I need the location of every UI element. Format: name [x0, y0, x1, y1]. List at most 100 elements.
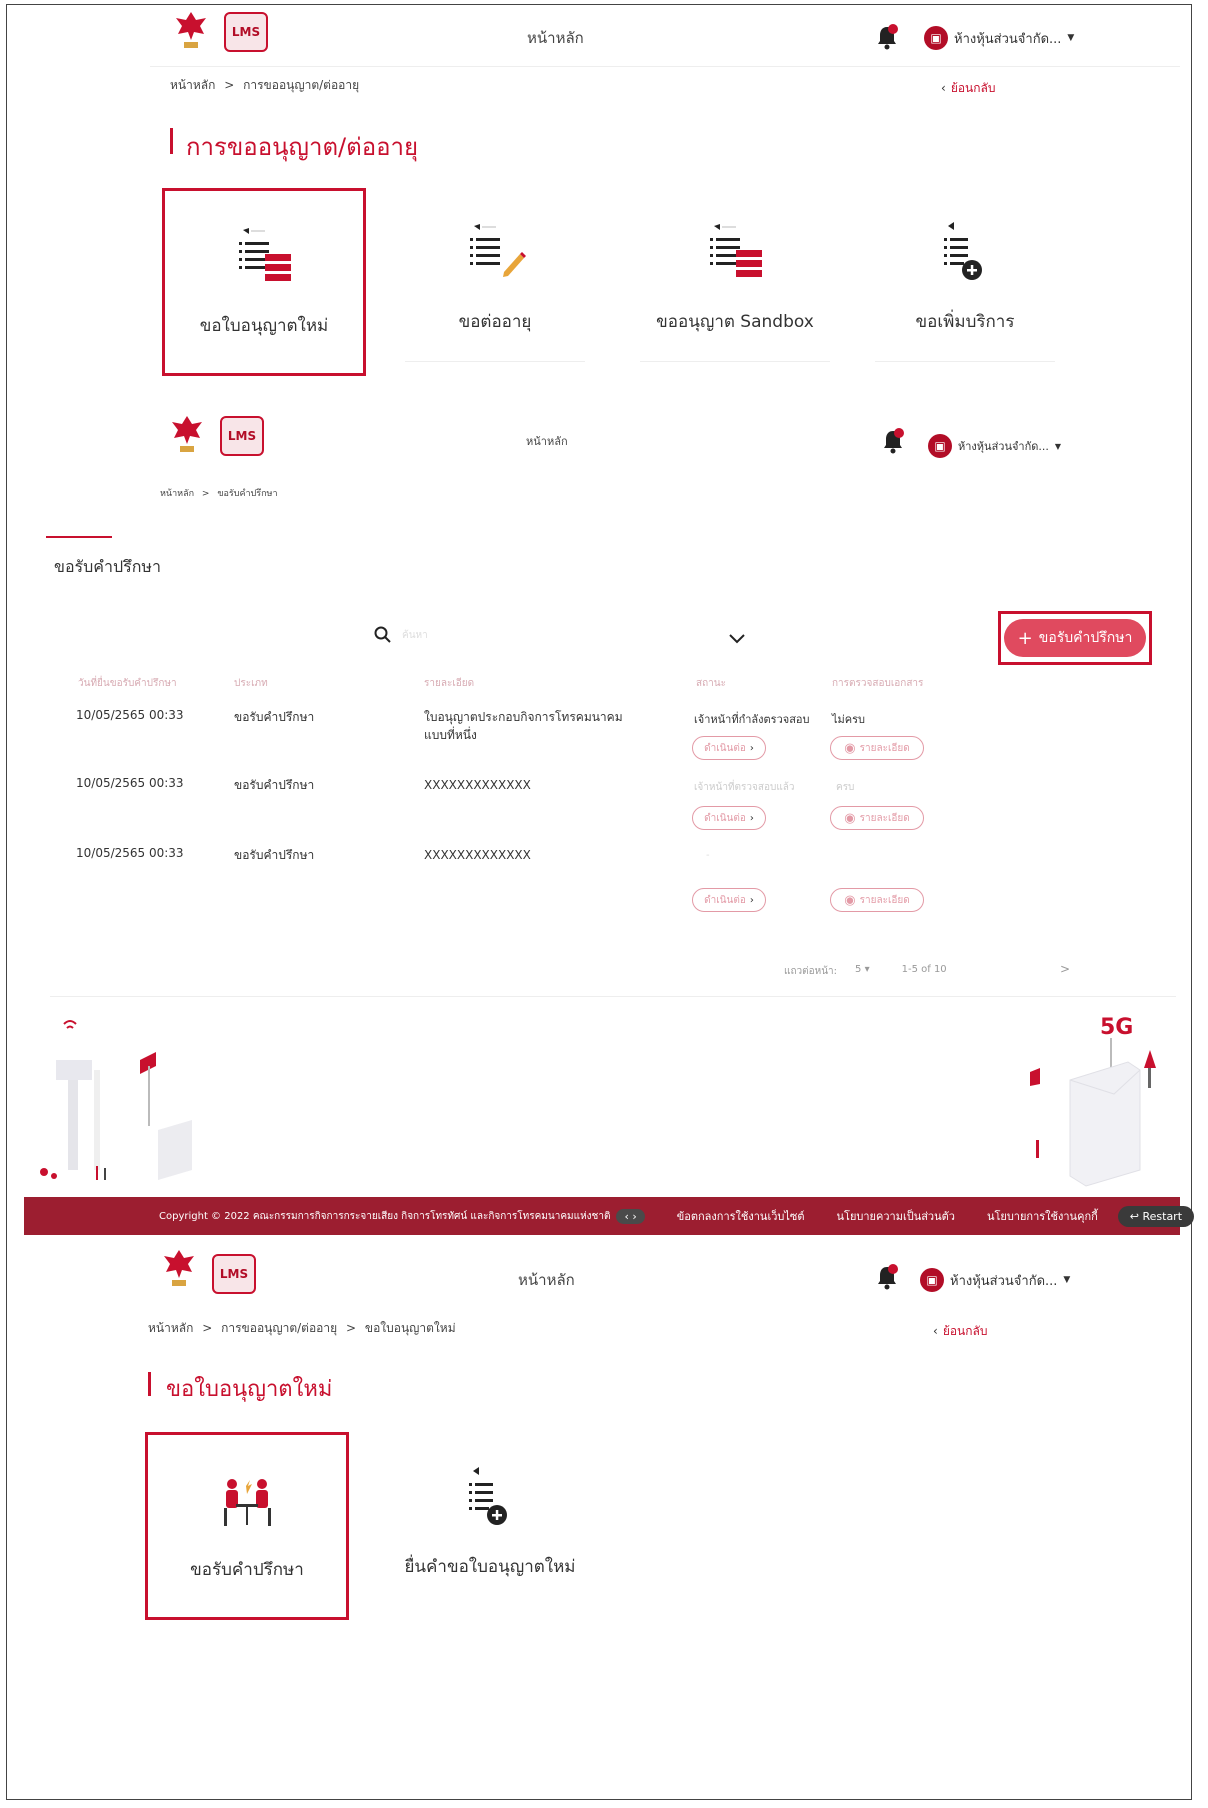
footer-link-terms[interactable]: ข้อตกลงการใช้งานเว็บไซต์ [677, 1207, 805, 1225]
breadcrumb-separator: > [202, 1321, 213, 1335]
card-label: ขอใบอนุญาตใหม่ [199, 315, 329, 336]
company-menu[interactable]: ▣ ห้างหุ้นส่วนจำกัด... ▼ [920, 1268, 1070, 1292]
new-consultation-highlight: + ขอรับคำปรึกษา [998, 611, 1152, 665]
notification-bell-icon[interactable] [876, 24, 898, 54]
title-accent-bar [170, 128, 173, 154]
breadcrumb-current: ขอใบอนุญาตใหม่ [364, 1321, 456, 1335]
cell-type: ขอรับคำปรึกษา [234, 710, 315, 724]
breadcrumb-home[interactable]: หน้าหลัก [160, 489, 194, 499]
plus-icon: + [1017, 627, 1033, 649]
cell-status: เจ้าหน้าที่กำลังตรวจสอบ [694, 713, 810, 726]
card-label: ขออนุญาต Sandbox [656, 312, 814, 332]
column-header-document-check: การตรวจสอบเอกสาร [832, 678, 924, 689]
cell-type: ขอรับคำปรึกษา [234, 848, 315, 862]
filter-dropdown[interactable] [728, 630, 746, 649]
view-details-button[interactable]: ◉ รายละเอียด [830, 806, 924, 830]
card-add-service[interactable]: ขอเพิ่มบริการ [875, 196, 1055, 362]
cell-date: 10/05/2565 00:33 [76, 708, 184, 722]
page-title: ขอใบอนุญาตใหม่ [166, 1377, 333, 1402]
card-sandbox[interactable]: ขออนุญาต Sandbox [640, 196, 830, 362]
breadcrumb: หน้าหลัก > การขออนุญาต/ต่ออายุ [170, 76, 359, 95]
header-home-link[interactable]: หน้าหลัก [527, 26, 584, 50]
search-icon [374, 626, 391, 643]
pagination: แถวต่อหน้า: 5 ▾ 1-5 of 10 [784, 964, 947, 979]
breadcrumb-home[interactable]: หน้าหลัก [148, 1321, 193, 1335]
cell-detail: XXXXXXXXXXXXX [424, 778, 531, 792]
cell-detail-line2: แบบที่หนึ่ง [424, 728, 477, 742]
header-home-link[interactable]: หน้าหลัก [518, 1268, 575, 1292]
company-name: ห้างหุ้นส่วนจำกัด... [950, 1273, 1058, 1289]
garuda-logo [174, 10, 208, 56]
notification-bell-icon[interactable] [876, 1264, 898, 1294]
footer-link-cookies[interactable]: นโยบายการใช้งานคุกกี้ [987, 1207, 1098, 1225]
restart-button[interactable]: ↩ Restart [1117, 1205, 1195, 1227]
list-form-icon [710, 224, 762, 277]
next-page-button[interactable]: > [1060, 962, 1070, 976]
card-label: ขอเพิ่มบริการ [915, 312, 1015, 332]
page-range: 1-5 of 10 [901, 964, 947, 975]
cell-date: 10/05/2565 00:33 [76, 846, 184, 860]
lms-logo: LMS [224, 12, 268, 52]
garuda-logo [170, 414, 204, 460]
back-link[interactable]: ‹ ย้อนกลับ [933, 1322, 988, 1341]
carousel-arrows[interactable]: ‹ › [616, 1208, 645, 1224]
eye-icon: ◉ [844, 740, 856, 756]
chevron-right-icon: › [749, 894, 754, 906]
breadcrumb-separator: > [224, 78, 235, 92]
chevron-down-icon: ▼ [1067, 33, 1075, 43]
chevron-right-icon: › [749, 742, 754, 754]
garuda-logo [162, 1248, 196, 1294]
new-consultation-button[interactable]: + ขอรับคำปรึกษา [1004, 619, 1146, 657]
search-input[interactable]: ค้นหา [374, 626, 428, 644]
card-label: ยื่นคำขอใบอนุญาตใหม่ [404, 1556, 576, 1577]
chevron-down-icon: ▼ [1063, 1275, 1071, 1285]
continue-button[interactable]: ดำเนินต่อ › [692, 806, 766, 830]
restart-icon: ↩ [1129, 1209, 1143, 1223]
list-plus-icon [944, 222, 982, 280]
column-header-detail: รายละเอียด [424, 678, 475, 689]
site-footer: Copyright © 2022 คณะกรรมการกิจการกระจายเ… [24, 1197, 1195, 1235]
company-menu[interactable]: ▣ ห้างหุ้นส่วนจำกัด... ▼ [928, 434, 1061, 458]
breadcrumb-current: การขออนุญาต/ต่ออายุ [243, 78, 360, 92]
card-consultation[interactable]: ขอรับคำปรึกษา [145, 1432, 349, 1620]
company-menu[interactable]: ▣ ห้างหุ้นส่วนจำกัด... ▼ [924, 26, 1074, 50]
content-divider [50, 996, 1176, 997]
card-new-license[interactable]: ขอใบอนุญาตใหม่ [162, 188, 366, 376]
header-divider [150, 66, 1180, 67]
list-plus-icon [469, 1466, 507, 1525]
chevron-left-icon: ‹ [941, 81, 946, 95]
card-submit-new-license[interactable]: ยื่นคำขอใบอนุญาตใหม่ [390, 1440, 590, 1606]
continue-button[interactable]: ดำเนินต่อ › [692, 736, 766, 760]
company-name: ห้างหุ้นส่วนจำกัด... [958, 440, 1049, 453]
breadcrumb-mid[interactable]: การขออนุญาต/ต่ออายุ [221, 1321, 337, 1335]
back-link[interactable]: ‹ ย้อนกลับ [941, 79, 996, 98]
company-icon: ▣ [928, 434, 952, 458]
view-details-button[interactable]: ◉ รายละเอียด [830, 888, 924, 912]
city-illustration: 5G [40, 1015, 1156, 1187]
breadcrumb-home[interactable]: หน้าหลัก [170, 78, 215, 92]
cell-type: ขอรับคำปรึกษา [234, 778, 315, 792]
list-pencil-icon [470, 224, 526, 277]
card-label: ขอรับคำปรึกษา [190, 1559, 304, 1580]
rows-per-page-select[interactable]: 5 ▾ [855, 964, 870, 979]
lms-logo: LMS [212, 1254, 256, 1294]
view-details-button[interactable]: ◉ รายละเอียด [830, 736, 924, 760]
breadcrumb-separator: > [345, 1321, 357, 1335]
tab-consultation[interactable]: ขอรับคำปรึกษา [54, 555, 161, 580]
footer-link-privacy[interactable]: นโยบายความเป็นส่วนตัว [837, 1207, 955, 1225]
company-icon: ▣ [920, 1268, 944, 1292]
cell-document-check: ครบ [836, 782, 855, 793]
consultation-icon [224, 1478, 271, 1526]
header-home-link[interactable]: หน้าหลัก [526, 432, 568, 450]
continue-button[interactable]: ดำเนินต่อ › [692, 888, 766, 912]
column-header-type: ประเภท [234, 678, 268, 689]
lms-logo: LMS [220, 416, 264, 456]
breadcrumb-separator: > [201, 489, 210, 499]
eye-icon: ◉ [844, 892, 856, 908]
column-header-status: สถานะ [696, 678, 726, 689]
company-name: ห้างหุ้นส่วนจำกัด... [954, 31, 1062, 47]
notification-bell-icon[interactable] [882, 428, 904, 458]
breadcrumb: หน้าหลัก > ขอรับคำปรึกษา [160, 486, 278, 500]
title-accent-bar [148, 1372, 151, 1396]
card-renewal[interactable]: ขอต่ออายุ [405, 196, 585, 362]
